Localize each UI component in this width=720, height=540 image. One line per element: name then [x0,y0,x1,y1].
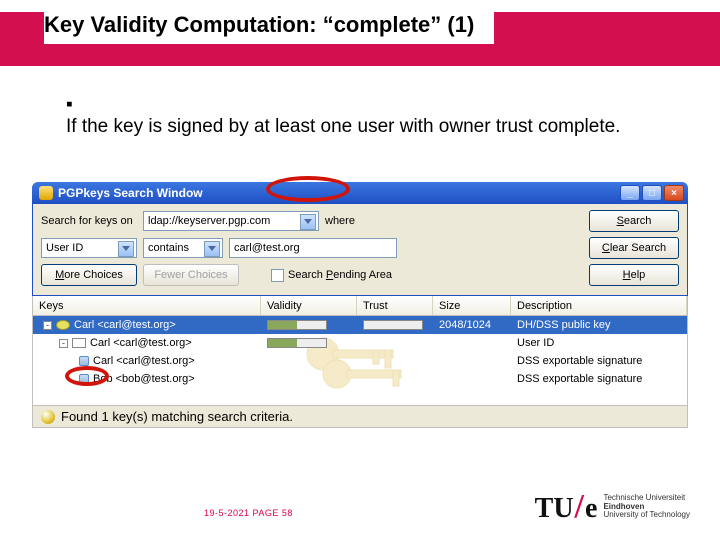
logo-e: e [585,493,597,525]
server-value: ldap://keyserver.pgp.com [148,215,270,227]
validity-bar [267,338,327,348]
search-on-label: Search for keys on [41,215,137,227]
row-label: Bob <bob@test.org> [93,373,195,385]
where-label: where [325,215,355,227]
search-button[interactable]: Search [589,210,679,232]
bullet-text: If the key is signed by at least one use… [66,116,658,138]
fewer-choices-button: Fewer Choices [143,264,239,286]
signature-icon [79,374,89,384]
col-size[interactable]: Size [433,296,511,315]
col-trust[interactable]: Trust [357,296,433,315]
column-headers: Keys Validity Trust Size Description [32,296,688,316]
op-dropdown[interactable]: contains [143,238,223,258]
close-button[interactable]: × [664,185,684,201]
status-bar: Found 1 key(s) matching search criteria. [32,406,688,428]
bullet-point: ▪ If the key is signed by at least one u… [66,94,680,138]
search-toolbar: Search for keys on ldap://keyserver.pgp.… [32,204,688,296]
trust-bar [363,320,423,330]
row-desc: DSS exportable signature [511,355,687,367]
signature-icon [79,356,89,366]
row-label: Carl <carl@test.org> [74,319,176,331]
row-size: 2048/1024 [433,319,511,331]
logo-line3: University of Technology [603,511,690,519]
logo-tu: TU [535,493,574,525]
envelope-icon [72,338,86,348]
row-desc: DSS exportable signature [511,373,687,385]
status-icon [41,410,55,424]
expander-icon[interactable]: - [59,339,68,348]
op-value: contains [148,242,189,254]
row-desc: DH/DSS public key [511,319,687,331]
row-label: Carl <carl@test.org> [93,355,195,367]
maximize-button[interactable]: □ [642,185,662,201]
title-bar[interactable]: PGPkeys Search Window _ □ × [32,182,688,204]
row-label: Carl <carl@test.org> [90,337,192,349]
query-value: carl@test.org [234,242,300,254]
minimize-button[interactable]: _ [620,185,640,201]
row-desc: User ID [511,337,687,349]
window-title: PGPkeys Search Window [58,186,203,200]
tu-eindhoven-logo: TU / e Technische Universiteit Eindhoven… [535,488,690,526]
slide-footer: 19-5-2021 PAGE 58 [204,508,293,518]
query-input[interactable]: carl@test.org [229,238,397,258]
clear-search-button[interactable]: Clear Search [589,237,679,259]
col-description[interactable]: Description [511,296,687,315]
field-value: User ID [46,242,83,254]
app-icon [39,186,53,200]
more-choices-button[interactable]: More Choices [41,264,137,286]
server-dropdown[interactable]: ldap://keyserver.pgp.com [143,211,319,231]
col-validity[interactable]: Validity [261,296,357,315]
col-keys[interactable]: Keys [33,296,261,315]
status-text: Found 1 key(s) matching search criteria. [61,409,293,424]
expander-icon[interactable]: - [43,321,52,330]
slide-title: Key Validity Computation: “complete” (1) [44,6,494,44]
pgpkeys-window: PGPkeys Search Window _ □ × Search for k… [32,182,688,428]
help-button[interactable]: Help [589,264,679,286]
key-tree[interactable]: - Carl <carl@test.org> 2048/1024 DH/DSS … [32,316,688,406]
validity-bar [267,320,327,330]
pending-checkbox[interactable]: Search Pending Area [271,269,392,282]
checkbox-icon[interactable] [271,269,284,282]
key-icon [56,320,70,330]
field-dropdown[interactable]: User ID [41,238,137,258]
